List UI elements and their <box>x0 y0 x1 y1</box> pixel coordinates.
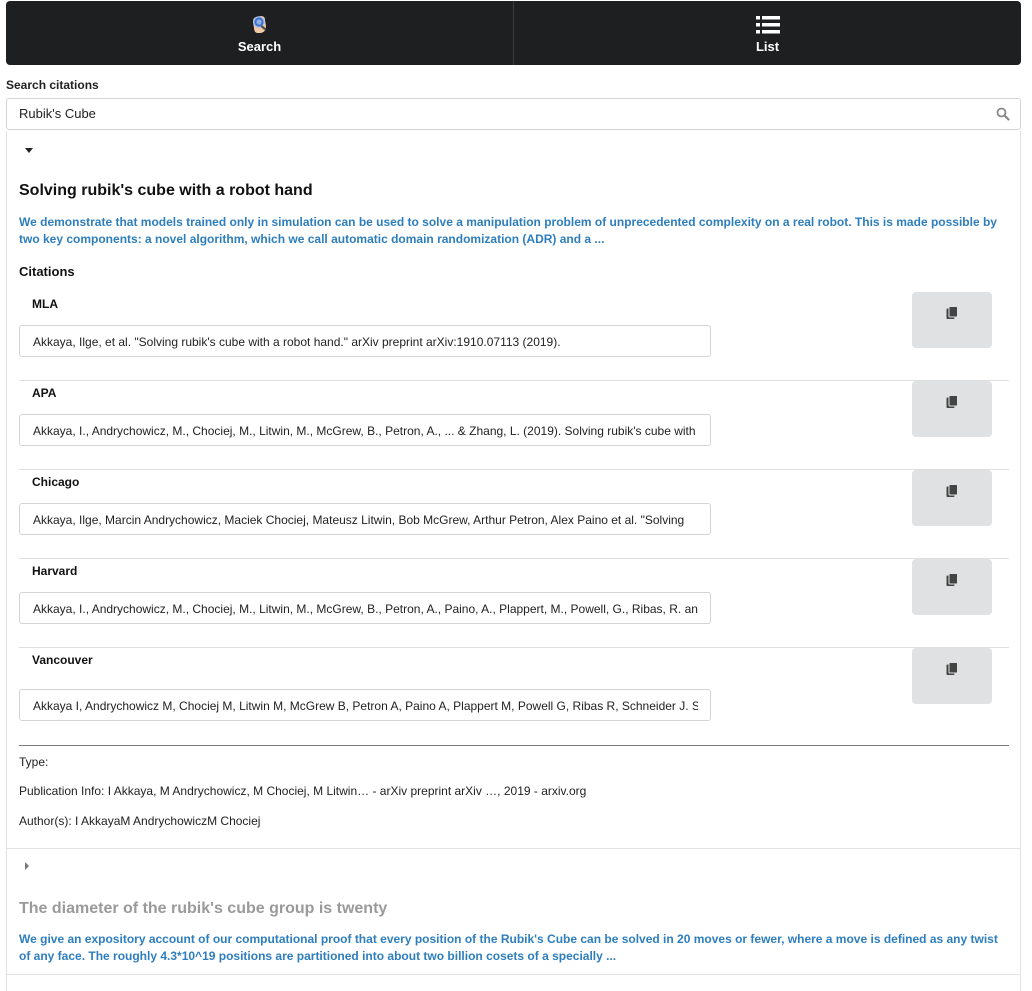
copy-icon <box>946 306 958 319</box>
citation-row-harvard: Harvard Akkaya, I., Andrychowicz, M., Ch… <box>19 558 1009 648</box>
copy-button[interactable] <box>912 381 992 437</box>
citation-row-vancouver: Vancouver Akkaya I, Andrychowicz M, Choc… <box>19 647 1009 736</box>
citation-text-field[interactable]: Akkaya, Ilge, et al. "Solving rubik's cu… <box>19 325 711 357</box>
result-title[interactable]: The diameter of the rubik's cube group i… <box>19 900 387 918</box>
details-divider <box>19 745 1009 746</box>
citation-row-apa: APA Akkaya, I., Andrychowicz, M., Chocie… <box>19 380 1009 470</box>
tab-list-label: List <box>755 38 780 54</box>
top-nav: Search List <box>6 1 1021 65</box>
citation-text-field[interactable]: Akkaya I, Andrychowicz M, Chociej M, Lit… <box>19 689 711 721</box>
search-icon[interactable] <box>996 107 1010 126</box>
results-list: Solving rubik's cube with a robot hand W… <box>6 131 1021 991</box>
tab-search-label: Search <box>237 38 282 54</box>
copy-icon <box>946 662 958 675</box>
citation-text-field[interactable]: Akkaya, Ilge, Marcin Andrychowicz, Macie… <box>19 503 711 535</box>
search-label: Search citations <box>6 78 99 92</box>
list-icon <box>755 13 780 37</box>
search-box <box>6 98 1021 130</box>
citation-style-label: Vancouver <box>32 653 93 667</box>
copy-icon <box>946 484 958 497</box>
search-hand-icon <box>248 13 272 37</box>
citation-row-chicago: Chicago Akkaya, Ilge, Marcin Andrychowic… <box>19 469 1009 559</box>
tab-list[interactable]: List <box>513 1 1021 65</box>
authors: Author(s): I AkkayaM AndrychowiczM Choci… <box>19 814 261 828</box>
copy-icon <box>946 573 958 586</box>
citation-style-label: Chicago <box>32 475 80 489</box>
citation-text: Akkaya, I., Andrychowicz, M., Chociej, M… <box>33 602 698 616</box>
citation-text: Akkaya I, Andrychowicz M, Chociej M, Lit… <box>33 699 698 713</box>
citation-style-label: Harvard <box>32 564 78 578</box>
copy-icon <box>946 395 958 408</box>
result-type: Type: <box>19 755 49 769</box>
citation-style-label: MLA <box>32 297 58 311</box>
publication-info: Publication Info: I Akkaya, M Andrychowi… <box>19 784 587 798</box>
result-separator <box>7 848 1020 849</box>
citation-text-field[interactable]: Akkaya, I., Andrychowicz, M., Chociej, M… <box>19 414 711 446</box>
copy-button[interactable] <box>912 292 992 348</box>
result-title: Solving rubik's cube with a robot hand <box>19 182 313 199</box>
citation-text: Akkaya, Ilge, Marcin Andrychowicz, Macie… <box>33 513 685 527</box>
copy-button[interactable] <box>912 559 992 615</box>
citations-heading: Citations <box>19 264 75 279</box>
expand-caret-icon[interactable] <box>25 862 29 870</box>
citation-style-label: APA <box>32 386 57 400</box>
citation-text-field[interactable]: Akkaya, I., Andrychowicz, M., Chociej, M… <box>19 592 711 624</box>
copy-button[interactable] <box>912 648 992 704</box>
tab-search[interactable]: Search <box>6 1 513 65</box>
result-snippet: We give an expository account of our com… <box>19 932 998 963</box>
copy-button[interactable] <box>912 470 992 526</box>
result-separator <box>7 974 1020 975</box>
search-input[interactable] <box>19 106 979 121</box>
citation-text: Akkaya, I., Andrychowicz, M., Chociej, M… <box>33 424 696 438</box>
citation-row-mla: MLA Akkaya, Ilge, et al. "Solving rubik'… <box>19 291 1009 381</box>
citation-text: Akkaya, Ilge, et al. "Solving rubik's cu… <box>33 335 561 349</box>
result-snippet: We demonstrate that models trained only … <box>19 215 997 246</box>
collapse-caret-icon[interactable] <box>25 148 33 153</box>
